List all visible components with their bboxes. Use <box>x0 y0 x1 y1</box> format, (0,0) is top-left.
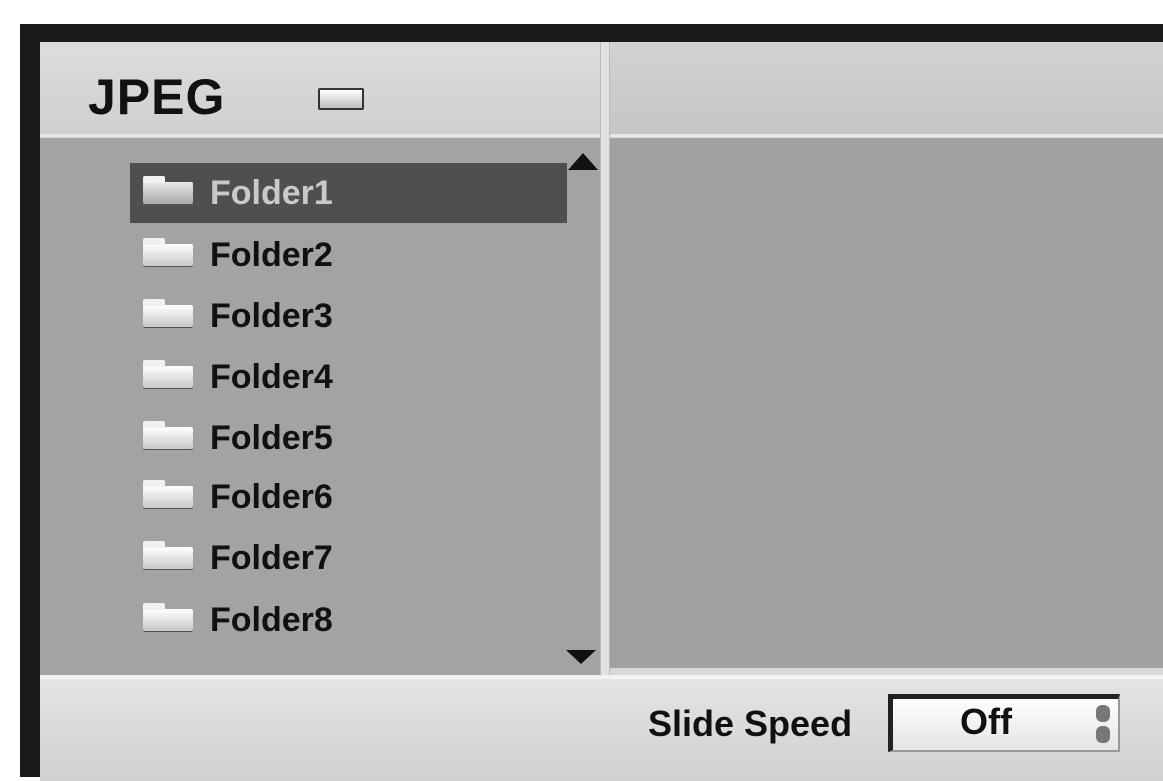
slide-speed-label: Slide Speed <box>648 703 853 744</box>
list-item[interactable]: Folder8 <box>130 590 567 650</box>
list-item-label: Folder5 <box>210 418 333 457</box>
list-item[interactable]: Folder1 <box>130 163 567 223</box>
spinner-up-icon[interactable] <box>1096 705 1110 722</box>
folder-icon <box>143 299 193 327</box>
list-item-label: Folder3 <box>210 296 333 335</box>
spinner-icon[interactable] <box>1096 705 1112 745</box>
list-item[interactable]: Folder3 <box>130 286 567 346</box>
list-item-label: Folder2 <box>210 235 333 274</box>
folder-icon <box>143 480 193 508</box>
folder-icon <box>143 238 193 266</box>
slide-speed-value: Off <box>960 701 1012 742</box>
list-item[interactable]: Folder7 <box>130 528 567 588</box>
list-item-label: Folder7 <box>210 538 333 577</box>
folder-icon <box>143 421 193 449</box>
list-item-label: Folder6 <box>210 477 333 516</box>
spinner-down-icon[interactable] <box>1096 726 1110 743</box>
preview-pane <box>609 138 1163 668</box>
scroll-up-icon[interactable] <box>568 153 598 170</box>
folder-icon <box>143 603 193 631</box>
header-right <box>608 42 1163 137</box>
folder-icon <box>143 176 193 204</box>
list-item[interactable]: Folder4 <box>130 347 567 407</box>
pane-divider <box>600 42 610 675</box>
folder-icon <box>143 541 193 569</box>
list-item-label: Folder4 <box>210 357 333 396</box>
folder-icon <box>143 360 193 388</box>
list-item-label: Folder8 <box>210 600 333 639</box>
list-item[interactable]: Folder2 <box>130 225 567 285</box>
list-item[interactable]: Folder5 <box>130 408 567 468</box>
page-title: JPEG <box>88 69 226 125</box>
scroll-down-icon[interactable] <box>566 650 596 664</box>
drive-icon <box>318 88 364 110</box>
list-item-label: Folder1 <box>210 173 333 212</box>
list-item[interactable]: Folder6 <box>130 467 567 527</box>
